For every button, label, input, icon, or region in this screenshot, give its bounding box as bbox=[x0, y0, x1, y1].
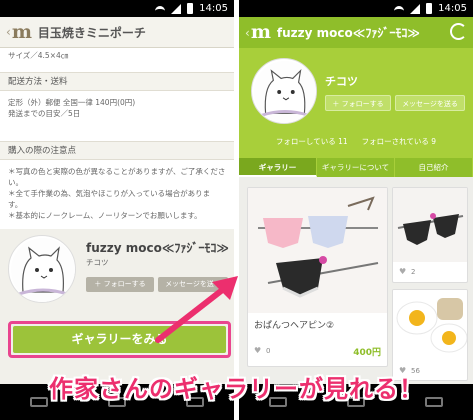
back-icon[interactable]: ‹ bbox=[245, 26, 250, 40]
heart-icon[interactable]: ♥ bbox=[399, 267, 406, 276]
page-title: 目玉焼きミニポーチ bbox=[37, 25, 146, 40]
notes-line: ＊基本的にノークレーム、ノーリターンでお願いします。 bbox=[8, 211, 202, 220]
notes-line: ＊全て手作業の為、気泡やほこりが入っている場合がありま bbox=[8, 189, 211, 198]
caption-banner: 作家さんのギャラリーが見れる！ bbox=[49, 375, 424, 403]
profile-avatar bbox=[251, 58, 317, 124]
creator-handle: チコツ bbox=[86, 258, 109, 267]
back-icon[interactable]: ‹ bbox=[6, 25, 11, 39]
status-bar: 14:05 bbox=[0, 0, 234, 17]
notes-heading: 購入の際の注意点 bbox=[0, 141, 234, 160]
item-photo bbox=[393, 188, 467, 262]
tab-self-intro[interactable]: 自己紹介 bbox=[395, 158, 473, 177]
notes-line: い。 bbox=[8, 178, 23, 187]
profile-tabs: ギャラリー ギャラリーについて 自己紹介 bbox=[239, 158, 473, 177]
heart-icon[interactable]: ♥ bbox=[254, 346, 261, 355]
app-logo[interactable]: m bbox=[12, 22, 32, 42]
gallery-grid: おぱんつヘアピン② ♥ 0 400円 ♥ 2 ♥ 56 bbox=[239, 177, 473, 384]
follow-button[interactable]: ＋ フォローする bbox=[86, 277, 154, 292]
signal-icon bbox=[171, 3, 182, 14]
app-header: ‹ m fuzzy moco≪ﾌｧｼﾞｰﾓｺ≫ bbox=[239, 17, 473, 48]
tab-gallery[interactable]: ギャラリー bbox=[239, 158, 317, 177]
creator-avatar[interactable] bbox=[8, 235, 76, 303]
following-count[interactable]: フォローしている 11 bbox=[276, 136, 348, 147]
notes-line: す。 bbox=[8, 200, 23, 209]
app-logo[interactable]: m bbox=[251, 23, 271, 42]
follow-button[interactable]: ＋ フォローする bbox=[325, 95, 391, 111]
like-count: 0 bbox=[266, 347, 271, 355]
followers-count[interactable]: フォローされている 9 bbox=[362, 136, 436, 147]
shipping-line: 発送までの目安／5日 bbox=[8, 109, 81, 118]
like-count: 2 bbox=[411, 268, 416, 276]
gallery-item[interactable]: ♥ 2 bbox=[392, 187, 468, 283]
tab-gallery-about[interactable]: ギャラリーについて bbox=[317, 158, 395, 177]
signal-icon bbox=[410, 3, 421, 14]
status-time: 14:05 bbox=[438, 3, 467, 14]
status-bar: 14:05 bbox=[239, 0, 473, 17]
battery-icon bbox=[426, 3, 433, 14]
shipping-line: 定形（外）郵便 全国一律 140円(0円) bbox=[8, 98, 136, 107]
pink-arrow-icon bbox=[155, 276, 238, 343]
profile-area: チコツ ＋ フォローする メッセージを送る フォローしている 11 フォローされ… bbox=[239, 48, 473, 158]
gallery-item[interactable]: ♥ 56 bbox=[392, 289, 468, 381]
app-header: ‹ m 目玉焼きミニポーチ bbox=[0, 17, 234, 48]
page-title: fuzzy moco≪ﾌｧｼﾞｰﾓｺ≫ bbox=[276, 26, 420, 40]
item-photo bbox=[393, 290, 467, 362]
right-phone-screen: 14:05 ‹ m fuzzy moco≪ﾌｧｼﾞｰﾓｺ≫ チコツ ＋ フォロー… bbox=[239, 0, 473, 420]
message-button[interactable]: メッセージを送る bbox=[395, 95, 465, 111]
item-price: 400円 bbox=[353, 348, 381, 358]
profile-name: チコツ bbox=[325, 75, 358, 88]
follow-stats: フォローしている 11 フォローされている 9 bbox=[239, 136, 473, 147]
item-photo bbox=[248, 188, 387, 313]
wifi-icon bbox=[155, 5, 166, 12]
creator-name[interactable]: fuzzy moco≪ﾌｧｼﾞｰﾓｺ≫ bbox=[86, 239, 229, 256]
shipping-heading: 配送方法・送料 bbox=[0, 72, 234, 91]
wifi-icon bbox=[394, 5, 405, 12]
status-time: 14:05 bbox=[199, 3, 228, 14]
notes-line: ＊写真の色と実際の色が異なることがありますが、ご了承くださ bbox=[8, 167, 226, 176]
refresh-icon[interactable] bbox=[450, 23, 467, 40]
item-title[interactable]: おぱんつヘアピン② bbox=[254, 318, 334, 331]
gallery-item[interactable]: おぱんつヘアピン② ♥ 0 400円 bbox=[247, 187, 388, 367]
size-text: サイズ／4.5×4㎝ bbox=[8, 51, 69, 60]
left-phone-screen: 14:05 ‹ m 目玉焼きミニポーチ サイズ／4.5×4㎝ 配送方法・送料 定… bbox=[0, 0, 234, 420]
battery-icon bbox=[187, 3, 194, 14]
